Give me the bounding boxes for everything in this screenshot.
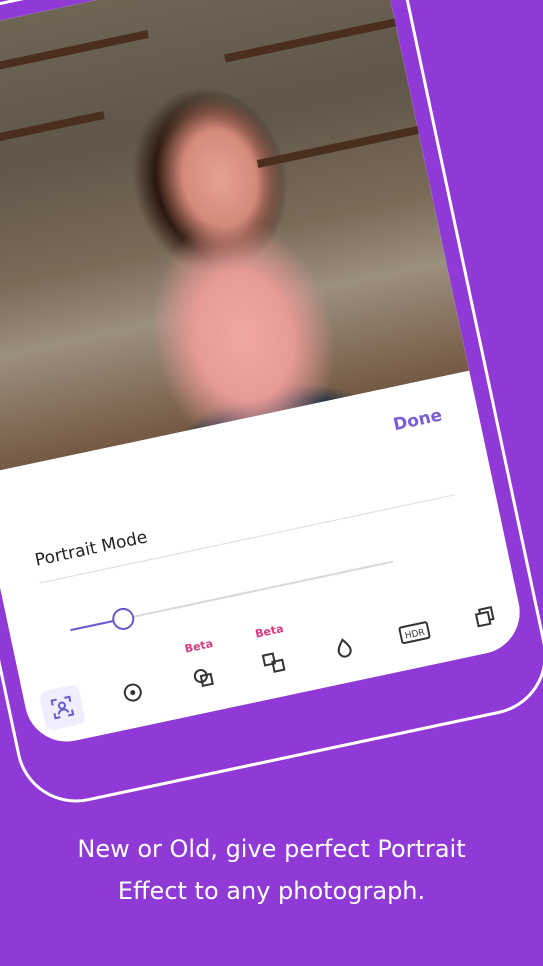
caption-line-1: New or Old, give perfect Portrait <box>77 835 466 863</box>
slider-thumb[interactable] <box>110 605 137 632</box>
tool-blend-beta[interactable]: Beta <box>180 637 227 701</box>
tool-color-drop[interactable] <box>320 624 367 671</box>
phone-mockup: Done Portrait Mode Beta Beta HDR <box>0 0 543 966</box>
tool-compare[interactable] <box>461 594 508 641</box>
caption-line-2: Effect to any photograph. <box>117 877 426 905</box>
overlap-shapes-icon <box>193 669 214 688</box>
compare-icon <box>474 606 495 628</box>
layers-icon <box>261 652 286 673</box>
portrait-focus-icon <box>50 695 75 720</box>
phone-screen: Done Portrait Mode Beta Beta HDR <box>0 0 528 750</box>
drop-icon <box>337 638 352 658</box>
phone-device: Done Portrait Mode Beta Beta HDR <box>0 0 543 814</box>
kitchen-shelf <box>256 124 425 168</box>
kitchen-shelf <box>224 17 402 63</box>
hdr-icon: HDR <box>398 621 431 645</box>
beta-badge: Beta <box>183 636 215 656</box>
beta-badge: Beta <box>254 622 285 641</box>
focus-circle-icon <box>123 683 142 702</box>
kitchen-shelf <box>0 110 105 161</box>
tool-portrait[interactable] <box>38 683 87 732</box>
tool-focus[interactable] <box>109 669 156 716</box>
panel-title: Portrait Mode <box>33 527 150 571</box>
promo-caption: New or Old, give perfect Portrait Effect… <box>0 828 543 912</box>
tool-hdr[interactable]: HDR <box>391 609 438 656</box>
kitchen-shelf <box>0 30 150 92</box>
tool-layers-beta[interactable]: Beta <box>250 622 297 686</box>
done-button[interactable]: Done <box>391 405 444 435</box>
